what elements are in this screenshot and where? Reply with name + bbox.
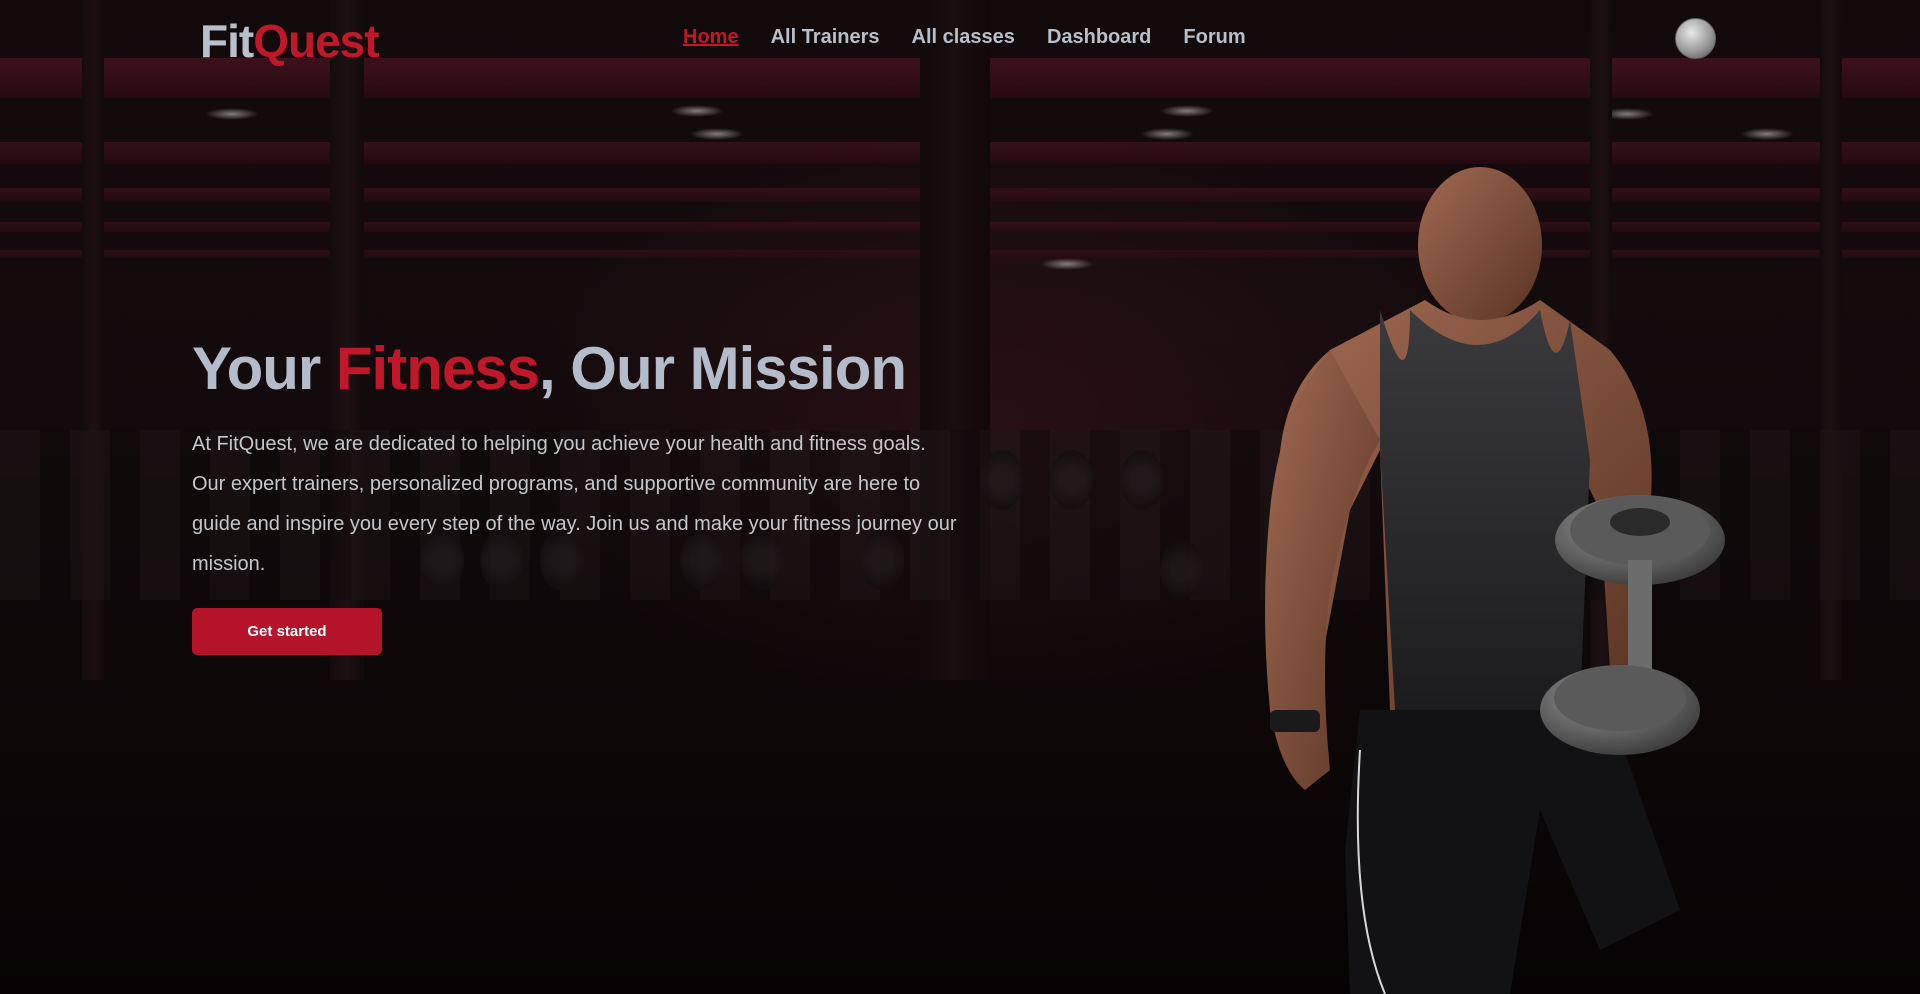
brand-logo-part2: Quest bbox=[253, 15, 379, 67]
user-avatar-icon[interactable] bbox=[1675, 18, 1716, 59]
nav-home[interactable]: Home bbox=[683, 26, 739, 49]
hero-title-accent: Fitness bbox=[335, 335, 540, 402]
get-started-button[interactable]: Get started bbox=[192, 608, 382, 655]
navbar: FitQuest Home All Trainers All classes D… bbox=[0, 0, 1920, 78]
hero-description: At FitQuest, we are dedicated to helping… bbox=[192, 433, 957, 575]
nav-all-classes[interactable]: All classes bbox=[912, 26, 1015, 49]
hero-title-part1: Your bbox=[192, 335, 336, 402]
nav-dashboard[interactable]: Dashboard bbox=[1047, 26, 1151, 49]
nav-all-trainers[interactable]: All Trainers bbox=[771, 26, 880, 49]
nav-forum[interactable]: Forum bbox=[1183, 26, 1245, 49]
brand-logo-part1: Fit bbox=[200, 15, 254, 67]
hero-title-part2: , Our Mission bbox=[538, 335, 907, 402]
hero-title: Your Fitness, Our Mission bbox=[192, 334, 907, 403]
trainer-image bbox=[1265, 167, 1725, 994]
main-menu: Home All Trainers All classes Dashboard … bbox=[683, 26, 1246, 49]
brand-logo[interactable]: FitQuest bbox=[200, 14, 380, 68]
